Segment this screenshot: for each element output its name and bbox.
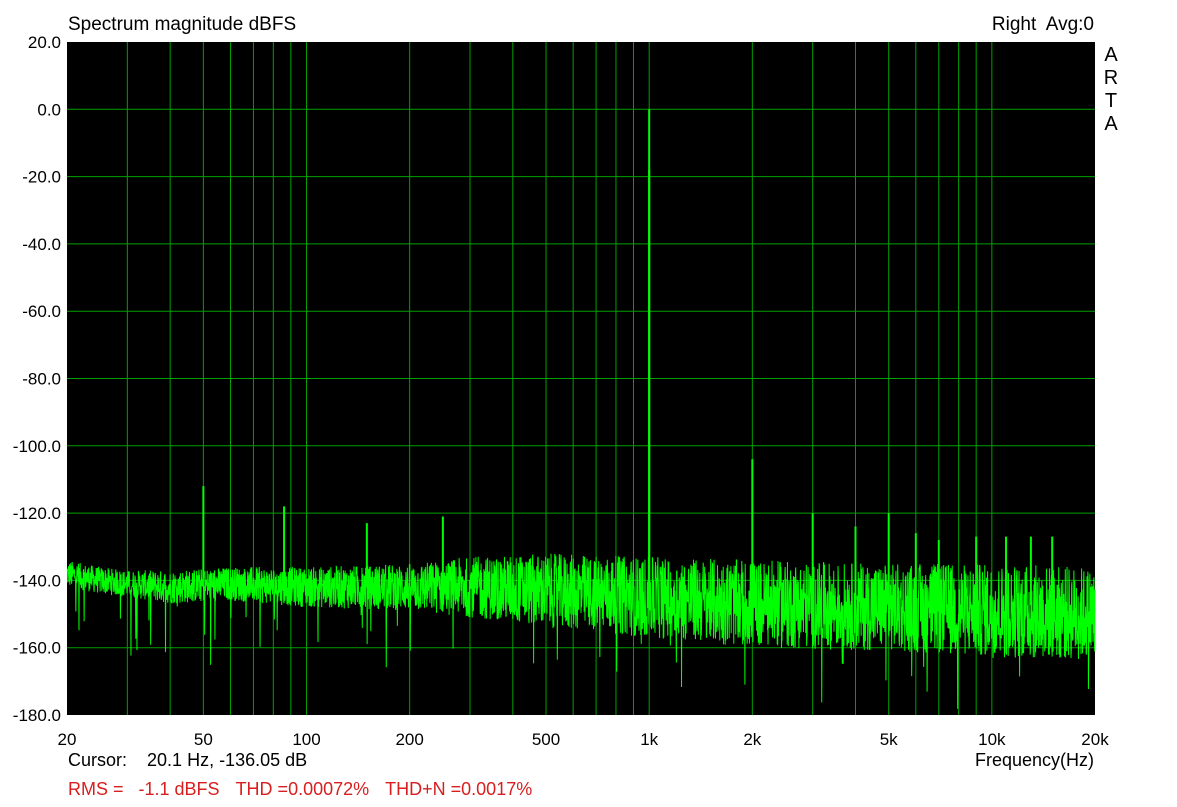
y-tick-label: 0.0 <box>37 100 61 119</box>
y-tick-label: 20.0 <box>28 33 61 52</box>
y-axis-ticks: 20.0 0.0 -20.0 -40.0 -60.0 -80.0 -100.0 -120.0 -… <box>13 33 61 725</box>
y-tick-label: -100.0 <box>13 437 61 456</box>
spectrum-plot[interactable]: 20.0 0.0 -20.0 -40.0 -60.0 -80.0 -100.0 -120.0 -… <box>0 0 1177 807</box>
x-tick-label: 100 <box>292 730 320 749</box>
x-tick-label: 1k <box>640 730 658 749</box>
y-tick-label: -20.0 <box>22 168 61 187</box>
y-tick-label: -120.0 <box>13 504 61 523</box>
measurement-stats: RMS = -1.1 dBFS THD =0.00072% THD+N =0.001… <box>68 779 548 800</box>
y-tick-label: -180.0 <box>13 706 61 725</box>
x-tick-label: 20 <box>58 730 77 749</box>
x-tick-label: 200 <box>395 730 423 749</box>
y-tick-label: -40.0 <box>22 235 61 254</box>
x-tick-label: 2k <box>743 730 761 749</box>
x-axis-ticks: 20 50 100 200 500 1k 2k 5k 10k 20k <box>58 730 1110 749</box>
thdn-readout: THD+N =0.0017% <box>385 779 533 799</box>
x-tick-label: 20k <box>1081 730 1109 749</box>
y-tick-label: -160.0 <box>13 639 61 658</box>
x-axis-label: Frequency(Hz) <box>974 750 1094 770</box>
thd-readout: THD =0.00072% <box>235 779 370 799</box>
cursor-value: 20.1 Hz, -136.05 dB <box>147 750 308 770</box>
x-tick-label: 50 <box>194 730 213 749</box>
y-tick-label: -60.0 <box>22 302 61 321</box>
cursor-readout: Cursor: 20.1 Hz, -136.05 dB <box>68 750 307 771</box>
x-tick-label: 500 <box>532 730 560 749</box>
y-tick-label: -80.0 <box>22 370 61 389</box>
x-tick-label: 5k <box>880 730 898 749</box>
x-tick-label: 10k <box>978 730 1006 749</box>
cursor-label: Cursor: <box>68 750 128 770</box>
rms-readout: RMS = -1.1 dBFS <box>68 779 220 799</box>
y-tick-label: -140.0 <box>13 571 61 590</box>
